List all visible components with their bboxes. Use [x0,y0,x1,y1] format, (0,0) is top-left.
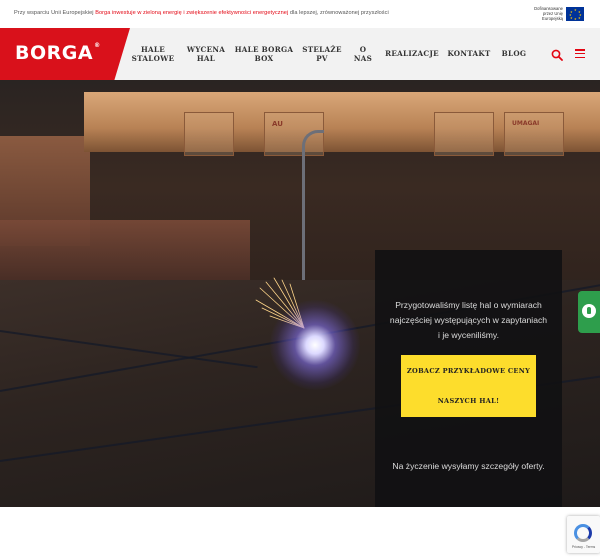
logo-registered-mark: ® [94,42,101,49]
nav-item-wycena-hal[interactable]: WYCENA HAL [182,28,230,80]
nav-item-blog[interactable]: BLOG [496,28,532,80]
lightbulb-eco-icon [582,304,596,318]
nav-label-line2: STALOWE [131,54,175,63]
nav-label-line1: WYCENA [186,44,226,54]
recaptcha-icon [574,524,592,542]
logo: BORGA® [15,42,101,64]
photo-label-au: AU [272,120,283,128]
nav-item-hale-stalowe[interactable]: HALE STALOWE [124,28,182,80]
nav-label-line2: PV [316,54,328,63]
nav-label: REALIZACJE [385,49,439,59]
site-header: BORGA® HALE STALOWE WYCENA HAL HALE BORGA B… [0,28,600,80]
button-label-line2: NASZYCH HAL! [437,397,500,405]
card-note: Na życzenie wysyłamy szczegóły oferty. [392,461,545,471]
nav-item-stelaze-pv[interactable]: STELAŻE PV [298,28,346,80]
nav-item-kontakt[interactable]: KONTAKT [444,28,494,80]
recaptcha-label: Privacy - Terms [571,545,596,549]
nav-label-line1: HALE BORGA [234,44,294,54]
nav-item-realizacje[interactable]: REALIZACJE [382,28,442,80]
logo-link[interactable]: BORGA® [0,28,130,80]
photo-label-umagai: UMAGAI [512,120,540,127]
eu-notice-link[interactable]: Borga inwestuje w zieloną energię i zwię… [95,10,288,16]
nav-label: KONTAKT [447,49,491,59]
nav-item-o-nas[interactable]: O NAS [346,28,380,80]
logo-text: BORGA [15,42,94,64]
eu-notice-suffix: dla lepszej, zrównoważonej przyszłości [289,10,389,16]
nav-label: BLOG [501,49,527,59]
beam-panel [184,112,234,156]
search-icon[interactable] [551,48,563,61]
nav-label-line2: NAS [353,54,373,63]
card-description: Przygotowaliśmy listę hal o wymiarach na… [389,300,548,340]
eu-badge-text: Dofinansowane przez Unię Europejską [534,6,563,21]
eco-energy-tab[interactable] [578,291,600,333]
beam-panel [434,112,494,156]
beam-panel [504,112,564,156]
hero-bg-beam: AU UMAGAI [84,92,600,156]
hero-bg-table [0,220,250,282]
see-prices-button[interactable]: ZOBACZ PRZYKŁADOWE CENY NASZYCH HAL! [401,355,536,417]
nav-label-line1: O [359,44,367,54]
eu-funding-notice: Przy wsparciu Unii Europejskiej Borga in… [14,10,389,16]
eu-notice-prefix: Przy wsparciu Unii Europejskiej [14,10,94,16]
nav-label-line2: HAL [196,54,216,63]
recaptcha-badge[interactable]: Privacy - Terms [567,516,600,553]
nav-label-line2: BOX [254,54,274,63]
eu-funding-badge: Dofinansowane przez Unię Europejską ★ ★ ★ … [529,6,584,21]
hero-section: AU UMAGAI Przygotowaliśmy listę hal o wy… [0,80,600,507]
welding-glow [270,300,360,390]
nav-label-line1: STELAŻE [302,44,342,54]
eu-funding-strip: Przy wsparciu Unii Europejskiej Borga in… [0,0,600,28]
price-info-card: Przygotowaliśmy listę hal o wymiarach na… [375,250,562,507]
below-hero-area [0,507,600,560]
eu-flag-icon: ★ ★ ★ ★ ★ ★ ★ ★ [566,6,584,21]
nav-item-hale-borga-box[interactable]: HALE BORGA BOX [230,28,298,80]
hamburger-menu-icon[interactable] [575,49,585,59]
button-label-line1: ZOBACZ PRZYKŁADOWE CENY [406,367,531,375]
nav-label-line1: HALE [140,44,166,54]
